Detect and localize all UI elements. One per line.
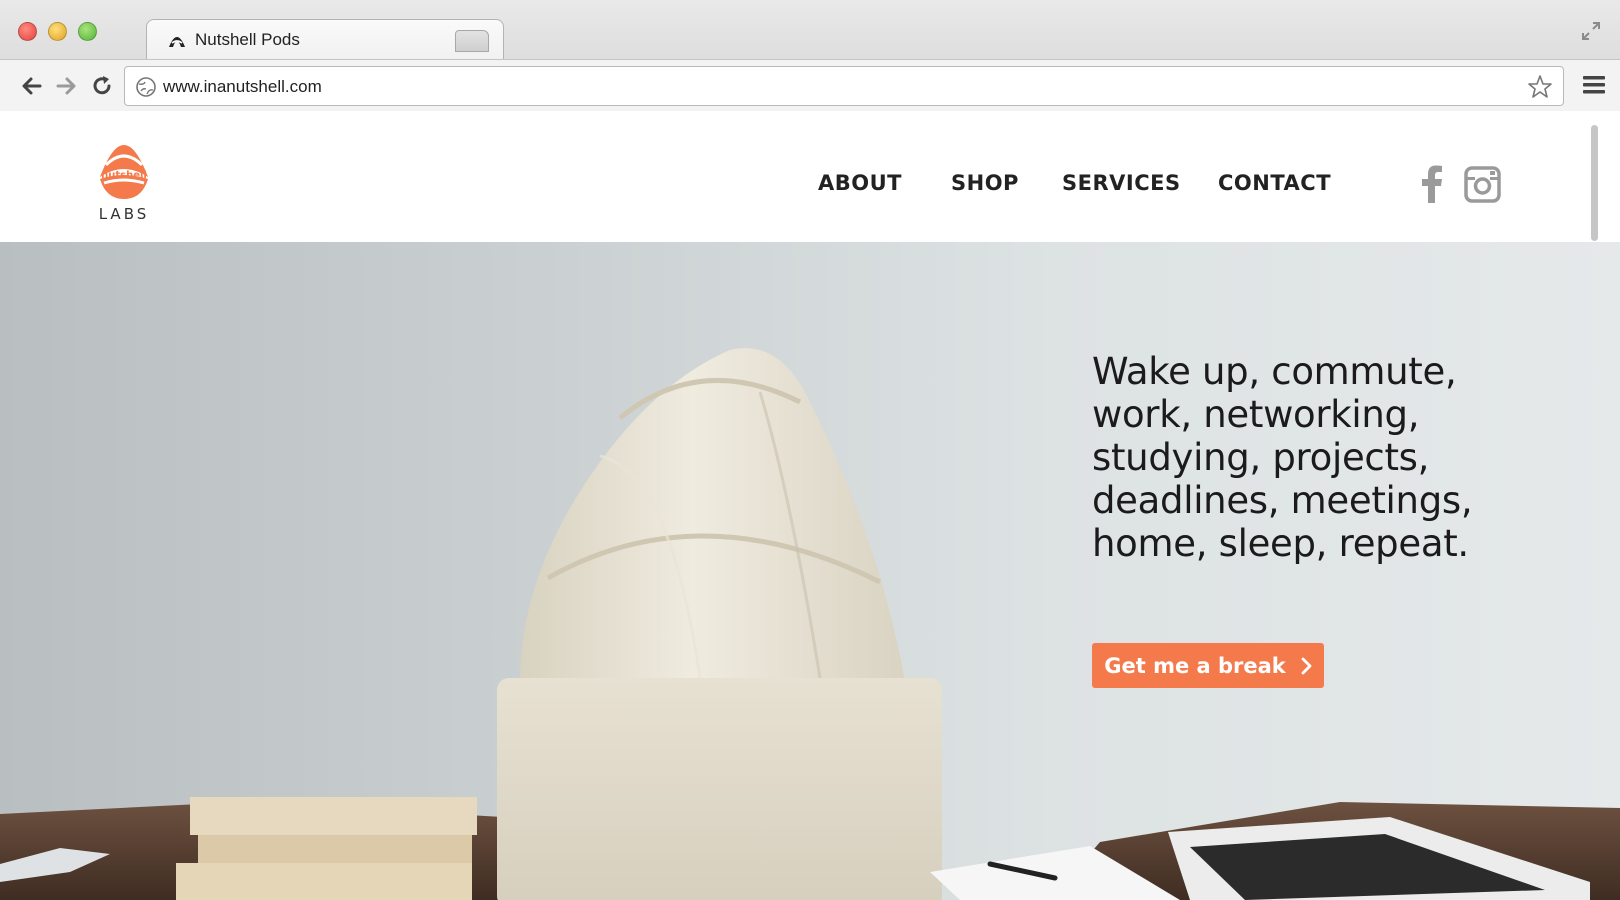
headline-line: studying, projects,	[1092, 436, 1430, 479]
web-page: nutshell LABS ABOUT SHOP SERVICES CONTAC…	[0, 111, 1620, 900]
browser-chrome: Nutshell Pods × www.inanutshell.com	[0, 0, 1620, 111]
bookmark-star-icon[interactable]	[1527, 74, 1553, 100]
nav-services[interactable]: SERVICES	[1062, 171, 1181, 195]
new-tab-button[interactable]	[455, 30, 489, 52]
forward-arrow-icon[interactable]	[52, 72, 80, 100]
headline-line: Wake up, commute,	[1092, 350, 1457, 393]
close-window-button[interactable]	[18, 22, 37, 41]
browser-toolbar: www.inanutshell.com	[0, 59, 1620, 111]
site-header: nutshell LABS ABOUT SHOP SERVICES CONTAC…	[0, 111, 1620, 242]
url-text: www.inanutshell.com	[163, 77, 322, 96]
globe-icon	[136, 77, 156, 97]
headline-line: home, sleep, repeat.	[1092, 522, 1469, 565]
hero-headline: Wake up, commute, work, networking, stud…	[1092, 350, 1512, 565]
back-arrow-icon[interactable]	[18, 72, 46, 100]
cta-label: Get me a break	[1104, 653, 1286, 678]
hamburger-menu-icon[interactable]	[1582, 74, 1606, 96]
hero-photo	[0, 348, 1620, 900]
chevron-right-icon	[1301, 657, 1312, 674]
window-controls	[18, 22, 97, 41]
minimize-window-button[interactable]	[48, 22, 67, 41]
instagram-icon[interactable]	[1464, 166, 1501, 203]
logo[interactable]: nutshell LABS	[94, 135, 154, 227]
nav-contact[interactable]: CONTACT	[1218, 171, 1331, 195]
address-bar[interactable]: www.inanutshell.com	[124, 66, 1564, 106]
page-scrollbar[interactable]	[1591, 125, 1598, 241]
headline-line: work, networking,	[1092, 393, 1420, 436]
headline-line: deadlines, meetings,	[1092, 479, 1473, 522]
hero-section: Wake up, commute, work, networking, stud…	[0, 242, 1620, 900]
get-a-break-button[interactable]: Get me a break	[1092, 643, 1324, 688]
logo-wordmark: nutshell	[101, 170, 147, 181]
nav-shop[interactable]: SHOP	[951, 171, 1019, 195]
tab-title: Nutshell Pods	[195, 30, 300, 49]
nutshell-favicon-icon	[169, 37, 185, 47]
nav-about[interactable]: ABOUT	[818, 171, 902, 195]
reload-icon[interactable]	[88, 72, 116, 100]
nutshell-logo-icon: nutshell	[100, 145, 148, 199]
fullscreen-icon[interactable]	[1580, 20, 1602, 42]
maximize-window-button[interactable]	[78, 22, 97, 41]
browser-tab[interactable]: Nutshell Pods ×	[146, 19, 504, 59]
facebook-icon[interactable]	[1421, 165, 1443, 203]
logo-labs-text: LABS	[98, 205, 150, 223]
